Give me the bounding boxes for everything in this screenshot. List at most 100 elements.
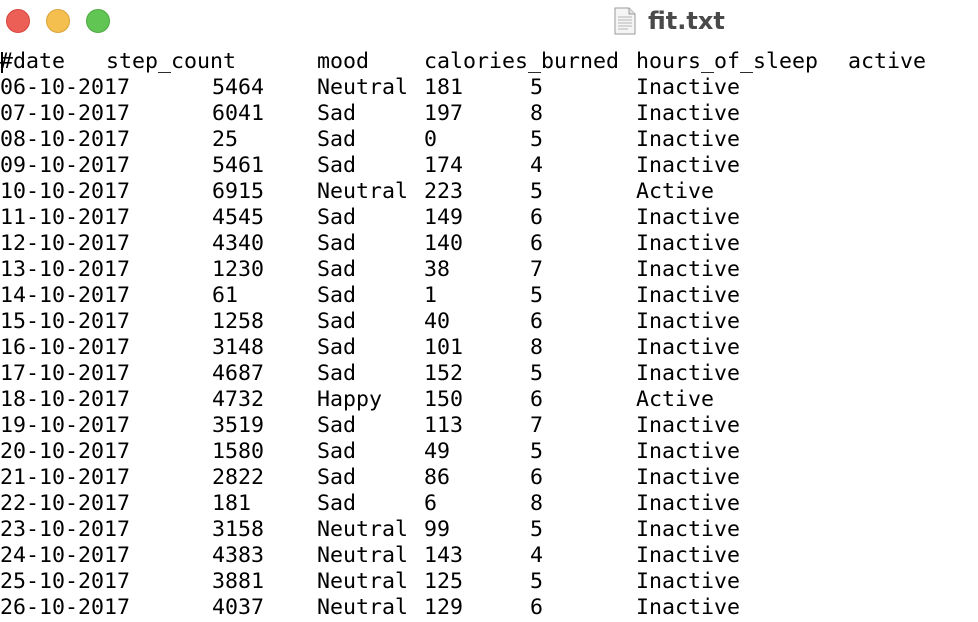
- mood-cell: Sad: [317, 231, 357, 256]
- step-count-cell: 5464: [212, 75, 265, 100]
- mood-cell: Sad: [317, 465, 357, 490]
- data-row: 26-10-2017 4037 Neutral 129 6 Inactive: [0, 595, 978, 621]
- hours-of-sleep-cell: 5: [530, 127, 544, 152]
- data-row: 09-10-2017 5461 Sad 174 4 Inactive: [0, 153, 978, 179]
- date-cell: 18-10-2017: [0, 387, 131, 412]
- header-calories-burned: calories_burned: [424, 49, 620, 74]
- calories-burned-cell: 99: [424, 517, 451, 542]
- step-count-cell: 3148: [212, 335, 265, 360]
- mood-cell: Neutral: [317, 595, 409, 620]
- calories-burned-cell: 140: [424, 231, 464, 256]
- date-cell: 06-10-2017: [0, 75, 131, 100]
- calories-burned-cell: 40: [424, 309, 451, 334]
- data-row: 13-10-2017 1230 Sad 38 7 Inactive: [0, 257, 978, 283]
- active-cell: Inactive: [636, 413, 741, 438]
- mood-cell: Sad: [317, 205, 357, 230]
- step-count-cell: 181: [212, 491, 252, 516]
- mood-cell: Sad: [317, 283, 357, 308]
- active-cell: Inactive: [636, 465, 741, 490]
- active-cell: Inactive: [636, 595, 741, 620]
- mood-cell: Sad: [317, 101, 357, 126]
- active-cell: Inactive: [636, 127, 741, 152]
- data-row: 12-10-2017 4340 Sad 140 6 Inactive: [0, 231, 978, 257]
- calories-burned-cell: 1: [424, 283, 438, 308]
- data-row: 10-10-2017 6915 Neutral 223 5 Active: [0, 179, 978, 205]
- text-document-body[interactable]: #date step_count mood calories_burned ho…: [0, 49, 978, 621]
- data-row: 24-10-2017 4383 Neutral 143 4 Inactive: [0, 543, 978, 569]
- data-row: 11-10-2017 4545 Sad 149 6 Inactive: [0, 205, 978, 231]
- active-cell: Inactive: [636, 75, 741, 100]
- date-cell: 07-10-2017: [0, 101, 131, 126]
- date-cell: 26-10-2017: [0, 595, 131, 620]
- active-cell: Inactive: [636, 283, 741, 308]
- mood-cell: Happy: [317, 387, 383, 412]
- step-count-cell: 1580: [212, 439, 265, 464]
- hours-of-sleep-cell: 5: [530, 179, 544, 204]
- date-cell: 10-10-2017: [0, 179, 131, 204]
- data-row: 25-10-2017 3881 Neutral 125 5 Inactive: [0, 569, 978, 595]
- minimize-window-button[interactable]: [46, 9, 70, 33]
- mood-cell: Neutral: [317, 517, 409, 542]
- hours-of-sleep-cell: 4: [530, 543, 544, 568]
- hours-of-sleep-cell: 4: [530, 153, 544, 178]
- data-row: 15-10-2017 1258 Sad 40 6 Inactive: [0, 309, 978, 335]
- hours-of-sleep-cell: 6: [530, 595, 544, 620]
- hours-of-sleep-cell: 6: [530, 387, 544, 412]
- date-cell: 22-10-2017: [0, 491, 131, 516]
- step-count-cell: 3158: [212, 517, 265, 542]
- header-mood: mood: [317, 49, 370, 74]
- text-document-icon: [614, 7, 636, 35]
- hours-of-sleep-cell: 5: [530, 517, 544, 542]
- date-cell: 21-10-2017: [0, 465, 131, 490]
- header-date: #date: [0, 49, 66, 74]
- data-row: 08-10-2017 25 Sad 0 5 Inactive: [0, 127, 978, 153]
- calories-burned-cell: 174: [424, 153, 464, 178]
- close-window-button[interactable]: [6, 9, 30, 33]
- header-hours-of-sleep: hours_of_sleep: [636, 49, 819, 74]
- hours-of-sleep-cell: 6: [530, 465, 544, 490]
- date-cell: 19-10-2017: [0, 413, 131, 438]
- calories-burned-cell: 129: [424, 595, 464, 620]
- calories-burned-cell: 0: [424, 127, 438, 152]
- hours-of-sleep-cell: 5: [530, 569, 544, 594]
- mood-cell: Sad: [317, 153, 357, 178]
- date-cell: 15-10-2017: [0, 309, 131, 334]
- calories-burned-cell: 38: [424, 257, 451, 282]
- calories-burned-cell: 49: [424, 439, 451, 464]
- date-cell: 24-10-2017: [0, 543, 131, 568]
- step-count-cell: 5461: [212, 153, 265, 178]
- mood-cell: Neutral: [317, 75, 409, 100]
- active-cell: Inactive: [636, 205, 741, 230]
- calories-burned-cell: 150: [424, 387, 464, 412]
- calories-burned-cell: 181: [424, 75, 464, 100]
- hours-of-sleep-cell: 5: [530, 361, 544, 386]
- data-row: 20-10-2017 1580 Sad 49 5 Inactive: [0, 439, 978, 465]
- active-cell: Inactive: [636, 153, 741, 178]
- hours-of-sleep-cell: 6: [530, 205, 544, 230]
- active-cell: Inactive: [636, 361, 741, 386]
- hours-of-sleep-cell: 6: [530, 309, 544, 334]
- calories-burned-cell: 125: [424, 569, 464, 594]
- active-cell: Inactive: [636, 257, 741, 282]
- date-cell: 08-10-2017: [0, 127, 131, 152]
- step-count-cell: 4545: [212, 205, 265, 230]
- window-titlebar[interactable]: fit.txt: [0, 0, 978, 44]
- active-cell: Inactive: [636, 491, 741, 516]
- date-cell: 20-10-2017: [0, 439, 131, 464]
- date-cell: 25-10-2017: [0, 569, 131, 594]
- hours-of-sleep-cell: 8: [530, 101, 544, 126]
- data-row: 19-10-2017 3519 Sad 113 7 Inactive: [0, 413, 978, 439]
- hours-of-sleep-cell: 5: [530, 75, 544, 100]
- data-row: 18-10-2017 4732 Happy 150 6 Active: [0, 387, 978, 413]
- step-count-cell: 4687: [212, 361, 265, 386]
- zoom-window-button[interactable]: [86, 9, 110, 33]
- mood-cell: Sad: [317, 127, 357, 152]
- date-cell: 12-10-2017: [0, 231, 131, 256]
- date-cell: 14-10-2017: [0, 283, 131, 308]
- active-cell: Inactive: [636, 569, 741, 594]
- active-cell: Inactive: [636, 309, 741, 334]
- calories-burned-cell: 101: [424, 335, 464, 360]
- step-count-cell: 6915: [212, 179, 265, 204]
- mood-cell: Sad: [317, 335, 357, 360]
- date-cell: 23-10-2017: [0, 517, 131, 542]
